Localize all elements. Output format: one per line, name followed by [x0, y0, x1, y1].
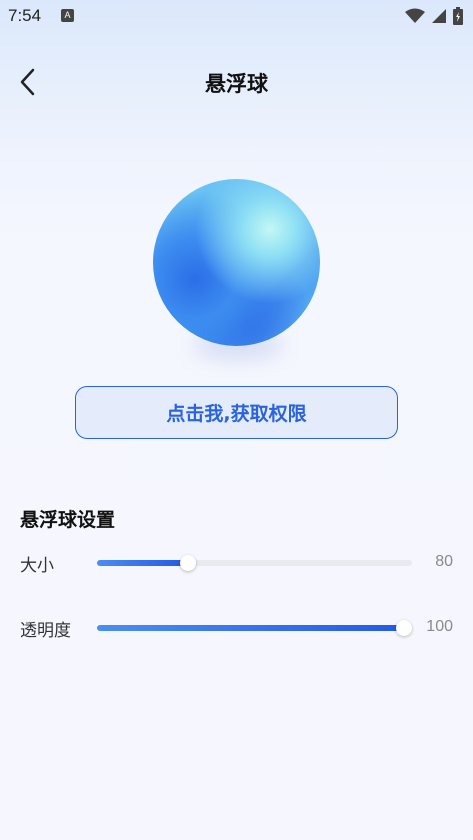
size-label: 大小	[20, 556, 54, 576]
opacity-slider-thumb[interactable]	[396, 620, 412, 636]
signal-icon	[432, 9, 446, 23]
battery-icon	[453, 7, 463, 25]
opacity-slider-fill	[97, 625, 412, 631]
page-title: 悬浮球	[205, 72, 268, 96]
app-header: 悬浮球	[0, 54, 473, 110]
get-permission-button[interactable]: 点击我,获取权限	[75, 386, 398, 439]
notification-icon: A	[61, 9, 74, 22]
size-value: 80	[435, 553, 453, 570]
status-time: 7:54	[8, 6, 42, 25]
opacity-label: 透明度	[20, 621, 71, 641]
size-slider[interactable]	[97, 555, 412, 571]
opacity-value: 100	[426, 618, 453, 635]
settings-section-title: 悬浮球设置	[20, 509, 116, 531]
setting-row-size: 大小 80	[0, 548, 473, 578]
floating-ball-icon	[153, 179, 320, 346]
floating-ball-preview	[153, 179, 320, 346]
wifi-icon	[405, 8, 425, 23]
status-bar: 7:54 A	[0, 0, 473, 34]
size-slider-thumb[interactable]	[180, 555, 196, 571]
opacity-slider[interactable]	[97, 620, 412, 636]
setting-row-opacity: 透明度 100	[0, 613, 473, 643]
status-icons	[405, 6, 463, 26]
size-slider-fill	[97, 560, 188, 566]
